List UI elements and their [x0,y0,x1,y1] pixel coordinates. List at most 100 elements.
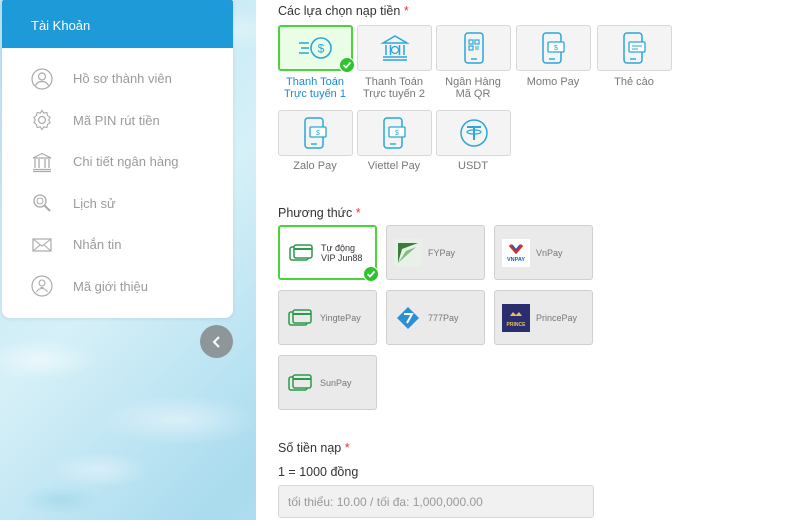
gear-icon [31,109,53,131]
method-name: VnPay [536,247,563,258]
option-online-payment-2-label: Thanh Toán Trực tuyến 2 [354,76,434,100]
scratch-card-icon [622,32,646,64]
bank-icon [31,151,53,173]
method-name: FYPay [428,247,456,258]
svg-text:$: $ [395,130,399,137]
method-name: YingtePay [320,312,361,323]
option-bank-qr-label: Ngân Hàng Mã QR [433,76,513,100]
methods-title: Phương thức * [278,206,361,220]
option-label-line: Trực tuyến 1 [284,88,346,100]
option-label-line: Zalo Pay [293,160,337,172]
sidebar-header: Tài Khoản [2,0,233,48]
option-label-line: Thẻ cào [614,76,654,88]
phone-card-icon: $ [382,117,406,149]
option-label-line: Mã QR [455,88,491,100]
method-fypay[interactable]: FYPay [386,225,485,280]
sidebar-item-messages[interactable]: Nhắn tin [2,224,233,266]
envelope-icon [31,234,53,256]
card-icon [286,304,314,332]
option-online-payment-1-label: Thanh Toán Trực tuyến 1 [275,76,355,100]
option-label-line: USDT [458,160,488,172]
tether-icon [459,119,488,147]
method-sunpay[interactable]: SunPay [278,355,377,410]
option-usdt-label: USDT [433,160,513,172]
option-label-line: Thanh Toán [286,76,344,88]
option-scratch-card[interactable] [597,25,672,71]
amount-input[interactable] [278,485,594,518]
amount-title-text: Số tiền nạp [278,441,342,455]
option-label-line: Trực tuyến 2 [363,88,425,100]
online-payment-icon: $ [298,37,332,59]
search-history-icon [31,192,53,214]
collapse-sidebar-button[interactable] [200,325,233,358]
method-name: PrincePay [536,312,578,323]
methods-title-text: Phương thức [278,206,353,220]
sidebar-item-bank-details[interactable]: Chi tiết ngân hàng [2,141,233,183]
option-momo-pay[interactable]: $ [516,25,591,71]
sidebar-item-label: Lịch sử [73,195,116,211]
bank-building-icon [379,35,410,61]
method-name: SunPay [320,377,352,388]
option-label-line: Thanh Toán [365,76,423,88]
selected-check-icon [339,57,355,73]
phone-card-icon: $ [303,117,327,149]
method-princepay[interactable]: PRINCE PrincePay [494,290,593,345]
method-name-line: Tự động [321,242,356,253]
phone-qr-icon [463,32,484,64]
option-zalo-pay[interactable]: $ [278,110,353,156]
option-momo-pay-label: Momo Pay [513,76,593,88]
svg-text:$: $ [317,42,324,56]
option-bank-qr[interactable] [436,25,511,71]
deposit-options-title: Các lựa chọn nạp tiền * [278,4,409,18]
sidebar-item-label: Hồ sơ thành viên [73,71,172,87]
deposit-options-title-text: Các lựa chọn nạp tiền [278,4,401,18]
option-online-payment-1[interactable]: $ [278,25,355,73]
sidebar-item-withdraw-pin[interactable]: Mã PIN rút tiền [2,100,233,142]
sidebar-item-label: Mã giới thiệu [73,278,149,294]
selected-check-icon [363,266,379,282]
method-vnpay[interactable]: VNPAY VnPay [494,225,593,280]
option-viettel-pay[interactable]: $ [357,110,432,156]
method-name-line: VIP Jun88 [321,252,363,263]
sidebar-item-label: Chi tiết ngân hàng [73,154,179,170]
777pay-logo [394,304,422,332]
option-label-line: Viettel Pay [367,160,421,172]
prince-logo-text: PRINCE [507,322,527,328]
sidebar-list: Hồ sơ thành viên Mã PIN rút tiền Chi tiế… [2,48,233,307]
sidebar-item-referral[interactable]: Mã giới thiệu [2,266,233,308]
sidebar-item-history[interactable]: Lịch sử [2,183,233,225]
method-name: 777Pay [428,312,459,323]
sidebar-item-label: Mã PIN rút tiền [73,112,160,128]
sidebar-item-label: Nhắn tin [73,237,122,253]
option-viettel-pay-label: Viettel Pay [354,160,434,172]
required-mark: * [403,4,409,18]
card-icon [286,369,314,397]
method-name: Tự động VIP Jun88 [321,243,362,263]
option-usdt[interactable] [436,110,511,156]
deposit-panel: Các lựa chọn nạp tiền * $ Thanh Toán Trự… [256,0,800,520]
option-scratch-card-label: Thẻ cào [594,76,674,88]
method-777pay[interactable]: 777Pay [386,290,485,345]
option-online-payment-2[interactable] [357,25,432,71]
vnpay-logo: VNPAY [502,238,530,267]
required-mark: * [344,441,350,455]
svg-text:$: $ [554,45,558,52]
vnpay-logo-text: VNPAY [507,257,525,263]
fypay-logo [394,238,422,267]
user-icon [31,68,53,90]
option-label-line: Momo Pay [526,76,580,88]
sidebar-item-profile[interactable]: Hồ sơ thành viên [2,58,233,100]
required-mark: * [355,206,361,220]
prince-logo: PRINCE [502,303,530,332]
phone-card-icon: $ [541,32,565,64]
exchange-rate-text: 1 = 1000 đồng [278,465,359,479]
card-icon [287,239,315,267]
option-zalo-pay-label: Zalo Pay [275,160,355,172]
account-sidebar: Tài Khoản Hồ sơ thành viên Mã PIN rút ti… [2,0,233,318]
referral-icon [31,275,53,297]
method-auto-vip[interactable]: Tự động VIP Jun88 [278,225,379,282]
chevron-left-icon [212,335,220,348]
svg-text:$: $ [316,130,320,137]
option-label-line: Ngân Hàng [445,76,501,88]
method-yingtepay[interactable]: YingtePay [278,290,377,345]
